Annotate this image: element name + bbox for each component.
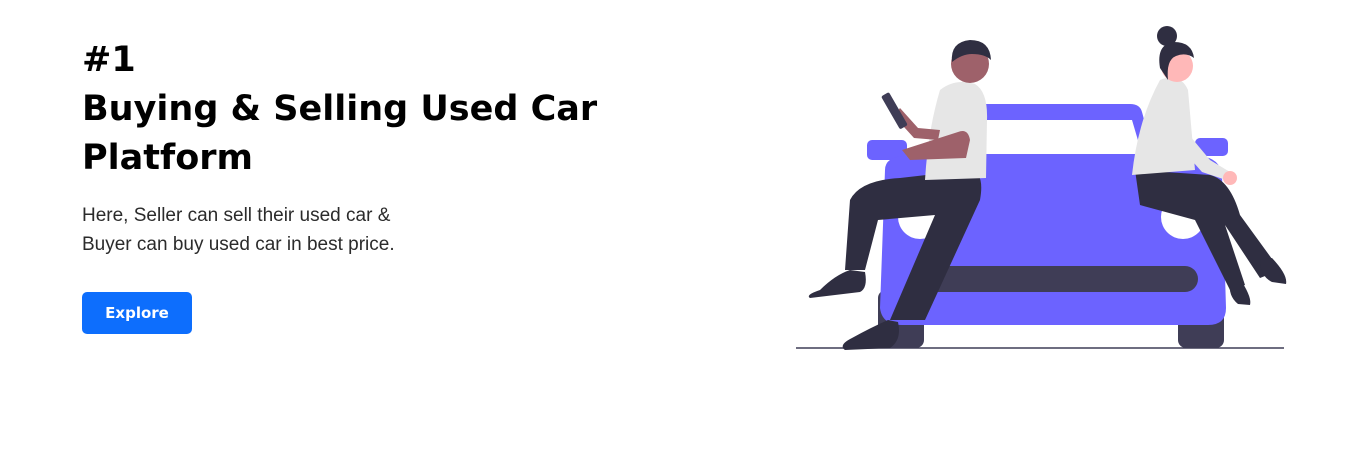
- tablet-icon: [881, 92, 908, 129]
- man-shoe-right: [842, 320, 899, 350]
- hero-description-line: Here, Seller can sell their used car &: [82, 205, 391, 226]
- woman-hair-bun: [1157, 26, 1177, 46]
- woman-shirt: [1132, 77, 1195, 175]
- explore-button[interactable]: Explore: [82, 292, 192, 334]
- hero-title-rank: #1: [82, 40, 136, 80]
- hero-title: #1 Buying & Selling Used Car Platform: [82, 36, 642, 183]
- woman-shoe-left: [1260, 258, 1287, 284]
- people-sitting-on-car-illustration: [796, 26, 1287, 350]
- hero-section: #1 Buying & Selling Used Car Platform He…: [82, 36, 642, 259]
- woman-hand: [1223, 171, 1237, 185]
- hero-description: Here, Seller can sell their used car & B…: [82, 201, 642, 259]
- woman-shoe-right: [1229, 282, 1251, 305]
- hero-title-line: Platform: [82, 138, 254, 178]
- car-grille: [915, 266, 1198, 292]
- hero-description-line: Buyer can buy used car in best price.: [82, 234, 395, 255]
- hero-title-line: Buying & Selling Used Car: [82, 89, 598, 129]
- man-shoe-left: [808, 270, 866, 298]
